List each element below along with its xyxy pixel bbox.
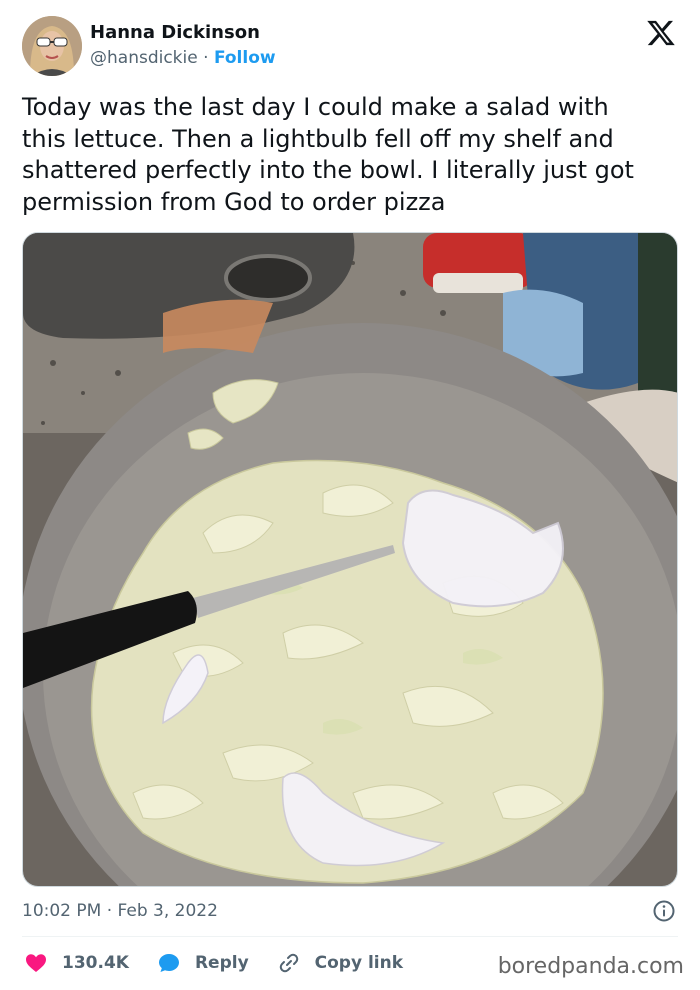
copy-link-label: Copy link: [314, 953, 404, 973]
x-logo-icon[interactable]: [646, 18, 676, 48]
avatar[interactable]: [22, 16, 82, 76]
tweet-timestamp[interactable]: 10:02 PM · Feb 3, 2022: [22, 899, 218, 923]
tweet-photo[interactable]: [22, 232, 678, 887]
reply-button[interactable]: Reply: [157, 951, 249, 975]
reply-label: Reply: [194, 953, 249, 973]
tweet-actions: 130.4K Reply Copy link: [24, 947, 431, 979]
author-handle[interactable]: @hansdickie: [90, 48, 198, 68]
info-icon[interactable]: [652, 899, 676, 923]
tweet-header: Hanna Dickinson @hansdickie · Follow: [22, 16, 682, 78]
timestamp-time: 10:02 PM: [22, 901, 102, 921]
like-button[interactable]: 130.4K: [24, 951, 129, 975]
author-display-name[interactable]: Hanna Dickinson: [90, 22, 276, 44]
follow-button[interactable]: Follow: [214, 48, 276, 68]
link-icon: [279, 953, 298, 973]
timestamp-separator: ·: [106, 901, 113, 921]
copy-link-button[interactable]: Copy link: [277, 951, 403, 975]
like-count: 130.4K: [62, 953, 129, 973]
timestamp-date: Feb 3, 2022: [117, 901, 218, 921]
watermark: boredpanda.com: [497, 954, 684, 979]
divider: [22, 936, 678, 937]
tweet-text-line: this lettuce. Then a lightbulb fell off …: [22, 124, 614, 153]
tweet-text: Today was the last day I could make a sa…: [22, 92, 682, 218]
heart-icon: [26, 954, 46, 972]
tweet-text-line: permission from God to order pizza: [22, 187, 446, 216]
handle-separator: ·: [203, 48, 209, 68]
salad-bowl-photo: [23, 233, 677, 886]
tweet-text-line: shattered perfectly into the bowl. I lit…: [22, 156, 634, 184]
author-handle-row: @hansdickie · Follow: [90, 46, 276, 70]
tweet-text-line: Today was the last day I could make a sa…: [22, 93, 609, 121]
reply-bubble-icon: [158, 954, 179, 972]
